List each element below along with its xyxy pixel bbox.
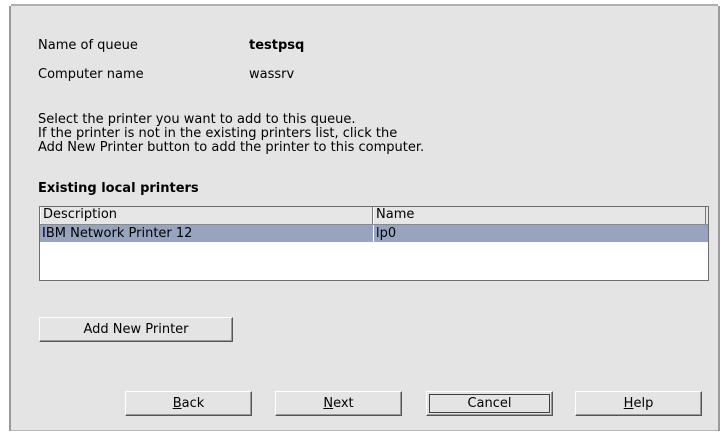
printer-name-cell: lp0	[373, 225, 709, 242]
column-header-description[interactable]: Description	[40, 207, 373, 224]
help-button[interactable]: Help	[575, 391, 702, 416]
back-mnemonic: B	[172, 396, 182, 411]
table-header: Description Name	[40, 207, 708, 225]
computer-name-label: Computer name	[38, 67, 144, 82]
instruction-line: Add New Printer button to add the printe…	[38, 140, 425, 155]
add-new-printer-button[interactable]: Add New Printer	[39, 317, 233, 342]
next-mnemonic: N	[323, 396, 334, 411]
instructions-text: Select the printer you want to add to th…	[38, 113, 424, 155]
column-header-name[interactable]: Name	[373, 207, 706, 224]
queue-name-value: testpsq	[249, 38, 305, 53]
cancel-button[interactable]: Cancel	[426, 391, 553, 416]
back-label-rest: ack	[181, 396, 205, 411]
printer-description-cell: IBM Network Printer 12	[42, 226, 193, 241]
help-label-rest: elp	[633, 396, 654, 411]
next-label-rest: ext	[333, 396, 354, 411]
queue-name-label: Name of queue	[38, 38, 138, 53]
printers-table[interactable]: Description Name IBM Network Printer 12 …	[39, 206, 709, 281]
computer-name-value: wassrv	[249, 67, 295, 82]
help-mnemonic: H	[623, 396, 634, 411]
bottom-border	[11, 430, 718, 431]
table-row[interactable]: IBM Network Printer 12 lp0	[40, 225, 708, 242]
instruction-line: If the printer is not in the existing pr…	[38, 126, 398, 141]
existing-printers-heading: Existing local printers	[38, 181, 199, 196]
instruction-line: Select the printer you want to add to th…	[38, 112, 356, 127]
next-button[interactable]: Next	[275, 391, 402, 416]
top-border	[11, 4, 718, 6]
back-button[interactable]: Back	[125, 391, 252, 416]
dialog-panel: Name of queue testpsq Computer name wass…	[9, 4, 720, 431]
